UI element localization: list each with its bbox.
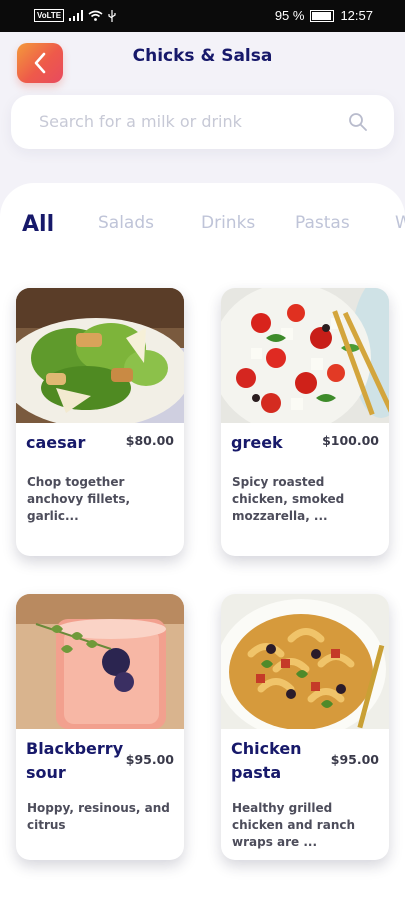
menu-card-blackberry-sour[interactable]: Blackberry sour $95.00 Hoppy, resinous, … <box>16 594 184 860</box>
item-description: Chop together anchovy fillets, garlic... <box>27 475 131 523</box>
item-price: $100.00 <box>322 433 379 448</box>
blackberry-sour-image <box>16 594 184 729</box>
search-icon[interactable] <box>348 112 368 132</box>
battery-percent: 95 % <box>274 8 305 23</box>
tab-partial[interactable]: W <box>395 213 405 233</box>
battery-icon <box>310 9 335 22</box>
greek-image <box>221 288 389 423</box>
item-name: greek <box>231 433 283 452</box>
item-price: $95.00 <box>125 752 174 767</box>
category-tabs: All Salads Drinks Pastas W <box>0 213 405 243</box>
signal-icon <box>69 10 84 21</box>
search-input[interactable] <box>37 111 341 132</box>
search-bar[interactable] <box>11 95 394 149</box>
tab-pastas[interactable]: Pastas <box>295 213 350 233</box>
menu-card-chicken-pasta[interactable]: Chicken pasta $95.00 Healthy grilled chi… <box>221 594 389 860</box>
item-price: $80.00 <box>125 433 174 448</box>
tab-all[interactable]: All <box>22 213 54 237</box>
menu-card-caesar[interactable]: caesar $80.00 Chop together anchovy fill… <box>16 288 184 556</box>
tab-drinks[interactable]: Drinks <box>201 213 255 233</box>
menu-card-greek[interactable]: greek $100.00 Spicy roasted chicken, smo… <box>221 288 389 556</box>
item-name: Chicken pasta <box>231 739 302 782</box>
item-description: Spicy roasted chicken, smoked mozzarella… <box>232 475 345 523</box>
chicken-pasta-image <box>221 594 389 729</box>
item-description: Healthy grilled chicken and ranch wraps … <box>232 801 356 849</box>
status-bar: VoLTE 95 % 12:57 <box>0 0 405 32</box>
usb-icon <box>108 9 116 22</box>
item-price: $95.00 <box>330 752 379 767</box>
clock: 12:57 <box>340 8 373 23</box>
caesar-image <box>16 288 184 423</box>
tab-salads[interactable]: Salads <box>98 213 154 233</box>
page-title: Chicks & Salsa <box>132 46 273 66</box>
item-name: Blackberry sour <box>26 739 124 782</box>
item-description: Hoppy, resinous, and citrus <box>27 801 170 832</box>
volte-badge: VoLTE <box>34 9 65 22</box>
item-name: caesar <box>26 433 86 452</box>
wifi-icon <box>88 10 103 21</box>
